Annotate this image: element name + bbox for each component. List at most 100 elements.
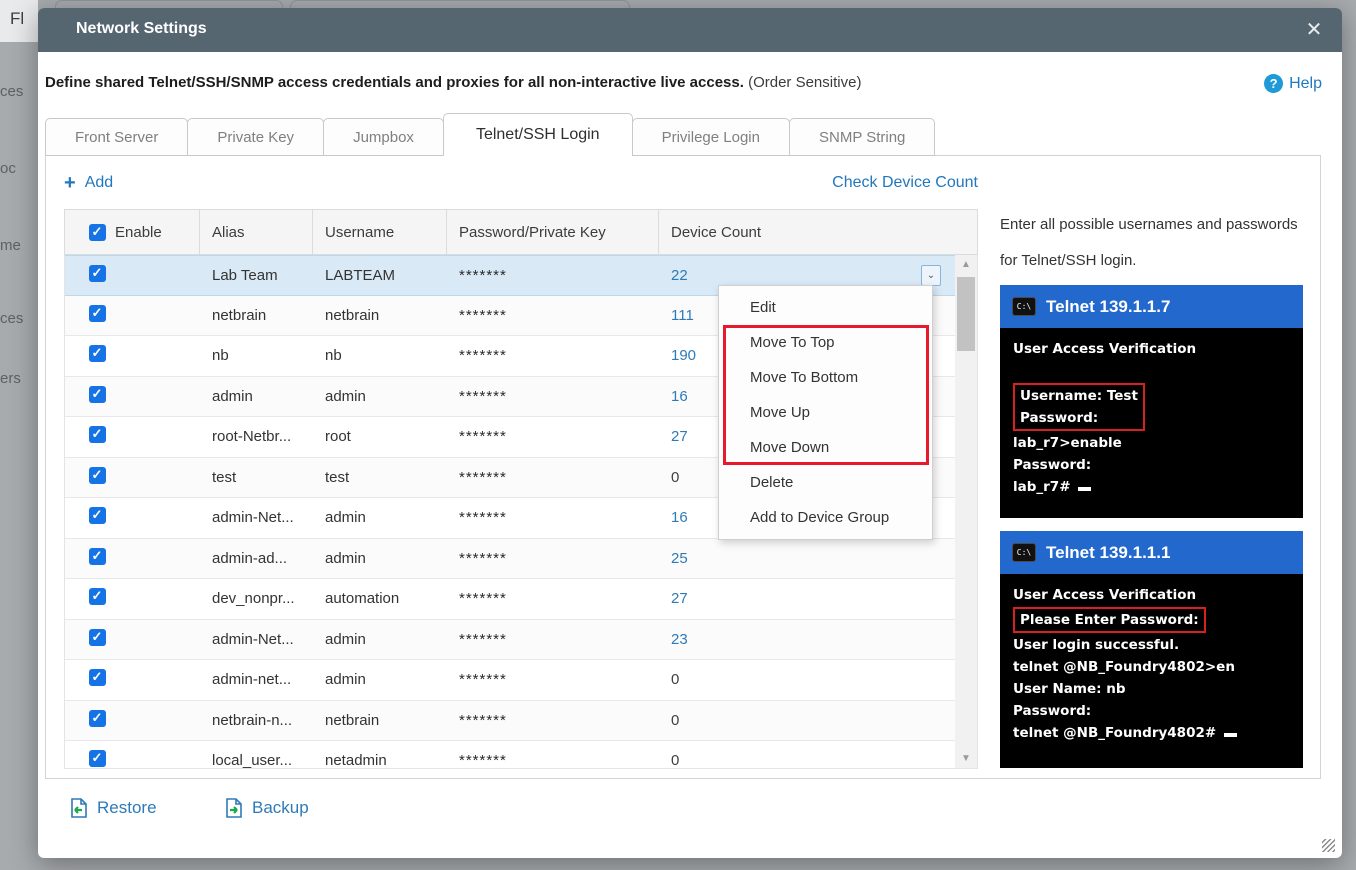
alias-cell: nb <box>200 347 313 364</box>
enable-checkbox[interactable] <box>89 345 106 362</box>
password-cell: ******* <box>447 752 659 769</box>
masked-password: ******* <box>459 712 507 729</box>
enable-checkbox[interactable] <box>89 750 106 767</box>
password-cell: ******* <box>447 509 659 526</box>
enable-checkbox[interactable] <box>89 305 106 322</box>
alias-cell: admin-Net... <box>200 509 313 526</box>
scrollbar-thumb[interactable] <box>957 277 975 351</box>
tab-private-key[interactable]: Private Key <box>187 118 324 156</box>
device-count-value[interactable]: 25 <box>671 550 688 567</box>
enable-cell <box>65 710 200 731</box>
device-count-value[interactable]: 16 <box>671 388 688 405</box>
username-cell: nb <box>313 347 447 364</box>
scroll-down-button[interactable]: ▼ <box>955 749 977 769</box>
enable-checkbox[interactable] <box>89 629 106 646</box>
device-count-value[interactable]: 16 <box>671 509 688 526</box>
select-all-checkbox[interactable] <box>89 224 106 241</box>
enable-checkbox[interactable] <box>89 265 106 282</box>
restore-label: Restore <box>97 798 157 818</box>
column-header: Device Count <box>659 210 977 254</box>
terminal-line: Password: <box>1020 407 1138 429</box>
terminal-line: Password: <box>1013 454 1303 476</box>
tab-snmp-string[interactable]: SNMP String <box>789 118 935 156</box>
backup-button[interactable]: Backup <box>225 798 309 818</box>
scroll-up-button[interactable]: ▲ <box>955 255 977 275</box>
tab-telnet-ssh-login[interactable]: Telnet/SSH Login <box>443 113 633 156</box>
terminal-window: C:\Telnet 139.1.1.7User Access Verificat… <box>1000 285 1303 518</box>
menu-item-move-to-top[interactable]: Move To Top <box>719 325 932 360</box>
terminal-highlight-box: Username: TestPassword: <box>1013 383 1145 431</box>
device-count-value[interactable]: 23 <box>671 631 688 648</box>
masked-password: ******* <box>459 752 507 769</box>
resize-grip[interactable] <box>1322 839 1335 852</box>
enable-checkbox[interactable] <box>89 669 106 686</box>
alias-cell: local_user... <box>200 752 313 769</box>
alias-cell: netbrain <box>200 307 313 324</box>
restore-button[interactable]: Restore <box>70 798 157 818</box>
enable-checkbox[interactable] <box>89 588 106 605</box>
table-row[interactable]: local_user...netadmin*******0 <box>65 741 956 769</box>
enable-cell <box>65 507 200 528</box>
row-dropdown-button[interactable]: ⌄ <box>921 265 941 286</box>
background-text-fragment: Fl <box>10 9 24 29</box>
menu-item-edit[interactable]: Edit <box>719 290 932 325</box>
enable-cell <box>65 669 200 690</box>
alias-cell: admin <box>200 388 313 405</box>
enable-checkbox[interactable] <box>89 548 106 565</box>
password-cell: ******* <box>447 590 659 607</box>
menu-item-move-to-bottom[interactable]: Move To Bottom <box>719 360 932 395</box>
enable-cell <box>65 629 200 650</box>
tab-privilege-login[interactable]: Privilege Login <box>632 118 790 156</box>
terminal-titlebar: C:\Telnet 139.1.1.1 <box>1000 531 1303 574</box>
table-row[interactable]: admin-Net...admin*******23 <box>65 620 956 661</box>
menu-item-delete[interactable]: Delete <box>719 465 932 500</box>
terminal-line: lab_r7>enable <box>1013 432 1303 454</box>
menu-item-move-down[interactable]: Move Down <box>719 430 932 465</box>
device-count-value: 0 <box>671 671 679 688</box>
device-count-value[interactable]: 22 <box>671 267 688 284</box>
device-count-value[interactable]: 27 <box>671 590 688 607</box>
help-link[interactable]: ? Help <box>1264 74 1322 93</box>
enable-checkbox[interactable] <box>89 386 106 403</box>
device-count-cell: 0 <box>659 671 956 688</box>
terminal-line: lab_r7# <box>1013 476 1303 498</box>
close-icon[interactable]: ✕ <box>1302 18 1326 42</box>
terminal-line: Please Enter Password: <box>1020 609 1199 631</box>
menu-item-add-to-device-group[interactable]: Add to Device Group <box>719 500 932 535</box>
device-count-value[interactable]: 190 <box>671 347 696 364</box>
menu-item-move-up[interactable]: Move Up <box>719 395 932 430</box>
device-count-value[interactable]: 27 <box>671 428 688 445</box>
password-cell: ******* <box>447 631 659 648</box>
enable-checkbox[interactable] <box>89 710 106 727</box>
background-text-fragment: ces <box>0 310 23 327</box>
add-label: Add <box>85 174 113 192</box>
device-count-cell: 22 <box>659 267 956 284</box>
dialog-titlebar[interactable]: Network Settings ✕ <box>38 8 1342 52</box>
enable-checkbox[interactable] <box>89 467 106 484</box>
table-row[interactable]: admin-ad...admin*******25 <box>65 539 956 580</box>
console-icon: C:\ <box>1012 297 1036 316</box>
enable-checkbox[interactable] <box>89 426 106 443</box>
masked-password: ******* <box>459 509 507 526</box>
device-count-cell: 27 <box>659 590 956 607</box>
username-cell: test <box>313 469 447 486</box>
tab-front-server[interactable]: Front Server <box>45 118 188 156</box>
network-settings-dialog: Network Settings ✕ Define shared Telnet/… <box>38 8 1342 858</box>
vertical-scrollbar[interactable]: ▲ ▼ <box>955 255 977 769</box>
enable-checkbox[interactable] <box>89 507 106 524</box>
column-header: Alias <box>200 210 313 254</box>
masked-password: ******* <box>459 428 507 445</box>
device-count-value[interactable]: 111 <box>671 307 694 324</box>
table-row[interactable]: dev_nonpr...automation*******27 <box>65 579 956 620</box>
background-text-fragment: ers <box>0 370 21 387</box>
table-row[interactable]: admin-net...admin*******0 <box>65 660 956 701</box>
device-count-value: 0 <box>671 469 679 486</box>
alias-cell: dev_nonpr... <box>200 590 313 607</box>
add-button[interactable]: + Add <box>64 174 113 192</box>
masked-password: ******* <box>459 550 507 567</box>
terminal-cursor <box>1078 487 1091 491</box>
terminal-cursor <box>1224 733 1237 737</box>
table-row[interactable]: netbrain-n...netbrain*******0 <box>65 701 956 742</box>
tab-jumpbox[interactable]: Jumpbox <box>323 118 444 156</box>
check-device-count-link[interactable]: Check Device Count <box>832 174 978 192</box>
